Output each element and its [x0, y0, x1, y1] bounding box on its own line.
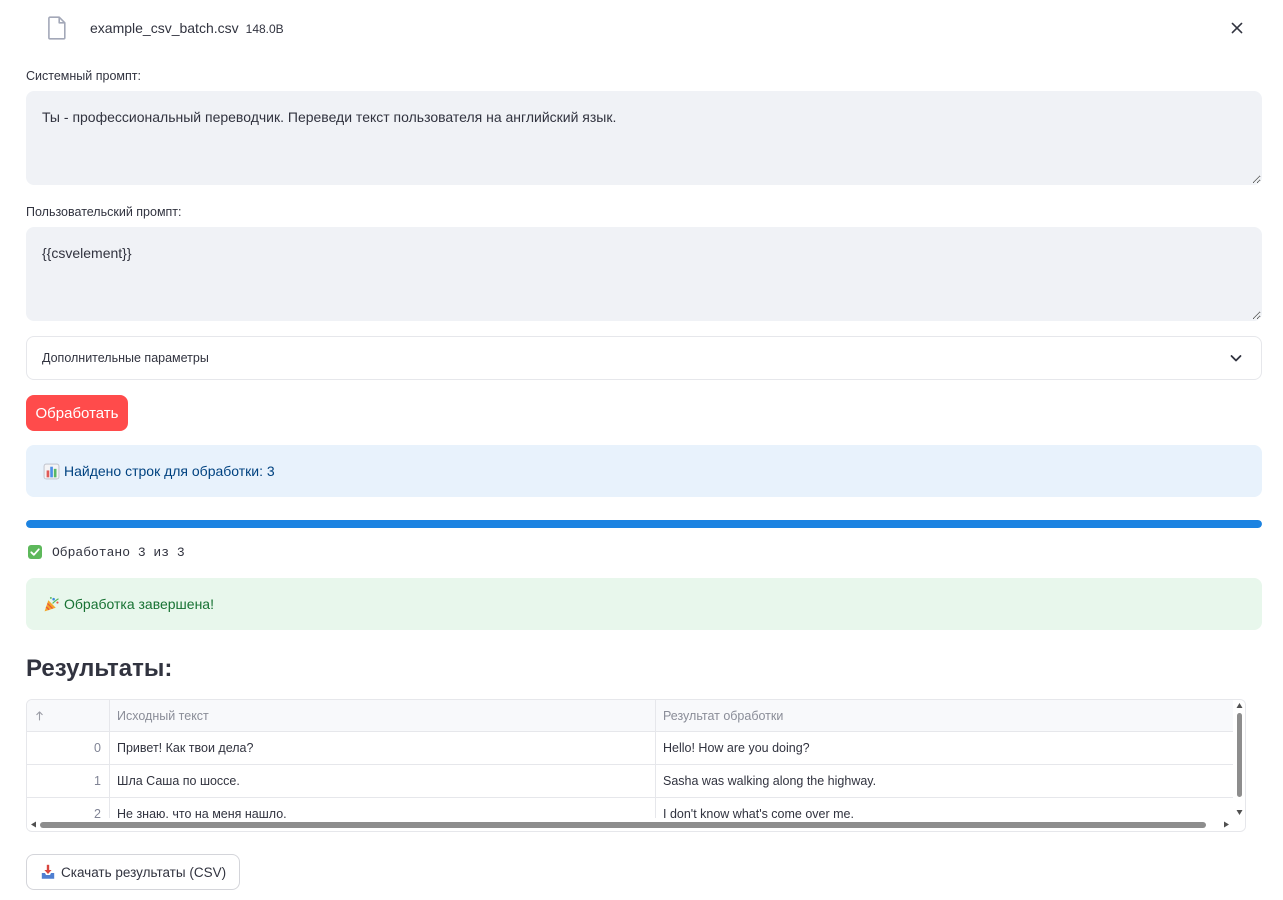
check-mark-icon: [28, 545, 42, 559]
scroll-down-arrow-icon[interactable]: [1236, 809, 1243, 816]
source-text-cell: Шла Саша по шоссе.: [110, 765, 656, 797]
progress-status: Обработано 3 из 3: [28, 544, 185, 560]
user-prompt-label: Пользовательский промпт:: [26, 205, 182, 219]
column-header-source-text[interactable]: Исходный текст: [110, 700, 656, 731]
process-button[interactable]: Обработать: [26, 395, 128, 431]
scroll-left-arrow-icon[interactable]: [30, 821, 37, 828]
uploaded-file-row: example_csv_batch.csv 148.0B: [26, 8, 1262, 48]
table-header-row: Исходный текст Результат обработки: [27, 700, 1233, 732]
processing-complete-text: Обработка завершена!: [64, 596, 214, 612]
index-column-header[interactable]: [27, 700, 110, 731]
column-header-result[interactable]: Результат обработки: [656, 700, 1233, 731]
progress-fill: [26, 520, 1262, 528]
scroll-up-arrow-icon[interactable]: [1236, 702, 1243, 709]
close-icon: [1231, 22, 1243, 34]
rows-found-info: Найдено строк для обработки: 3: [26, 445, 1262, 497]
chevron-down-icon: [1230, 355, 1242, 362]
system-prompt-textarea[interactable]: Ты - профессиональный переводчик. Переве…: [26, 91, 1262, 185]
vertical-scrollbar[interactable]: [1233, 700, 1245, 831]
file-name: example_csv_batch.csv: [90, 20, 239, 36]
vertical-scrollbar-thumb[interactable]: [1236, 713, 1242, 797]
progress-bar: [26, 520, 1262, 528]
horizontal-scrollbar[interactable]: [27, 818, 1233, 831]
results-table: Исходный текст Результат обработки 0 При…: [26, 699, 1246, 832]
row-index: 1: [27, 765, 110, 797]
scroll-right-arrow-icon[interactable]: [1223, 821, 1230, 828]
system-prompt-label: Системный промпт:: [26, 69, 141, 83]
bar-chart-icon: [43, 463, 60, 479]
inbox-tray-icon: [41, 864, 55, 879]
rows-found-text: Найдено строк для обработки: 3: [64, 463, 275, 479]
advanced-parameters-label: Дополнительные параметры: [42, 351, 209, 365]
user-prompt-textarea[interactable]: {{csvelement}}: [26, 227, 1262, 321]
file-meta: example_csv_batch.csv 148.0B: [90, 8, 284, 48]
download-results-button[interactable]: Скачать результаты (CSV): [26, 854, 240, 890]
row-index: 0: [27, 732, 110, 764]
result-cell: Hello! How are you doing?: [663, 741, 810, 755]
results-heading: Результаты:: [26, 655, 173, 682]
remove-file-button[interactable]: [1225, 16, 1249, 40]
sort-arrow-up-icon: [36, 711, 43, 721]
file-size: 148.0B: [245, 21, 284, 36]
progress-status-text: Обработано 3 из 3: [52, 544, 185, 560]
file-icon: [48, 16, 66, 40]
table-row: 0 Привет! Как твои дела? Hello! How are …: [27, 732, 1233, 765]
advanced-parameters-expander[interactable]: Дополнительные параметры: [26, 336, 1262, 380]
source-text-cell: Привет! Как твои дела?: [110, 732, 656, 764]
processing-complete-success: Обработка завершена!: [26, 578, 1262, 630]
party-popper-icon: [44, 596, 59, 611]
horizontal-scrollbar-thumb[interactable]: [40, 822, 1206, 828]
result-cell: Sasha was walking along the highway.: [663, 774, 877, 788]
table-row: 1 Шла Саша по шоссе. Sasha was walking a…: [27, 765, 1233, 798]
download-results-label: Скачать результаты (CSV): [61, 864, 227, 880]
